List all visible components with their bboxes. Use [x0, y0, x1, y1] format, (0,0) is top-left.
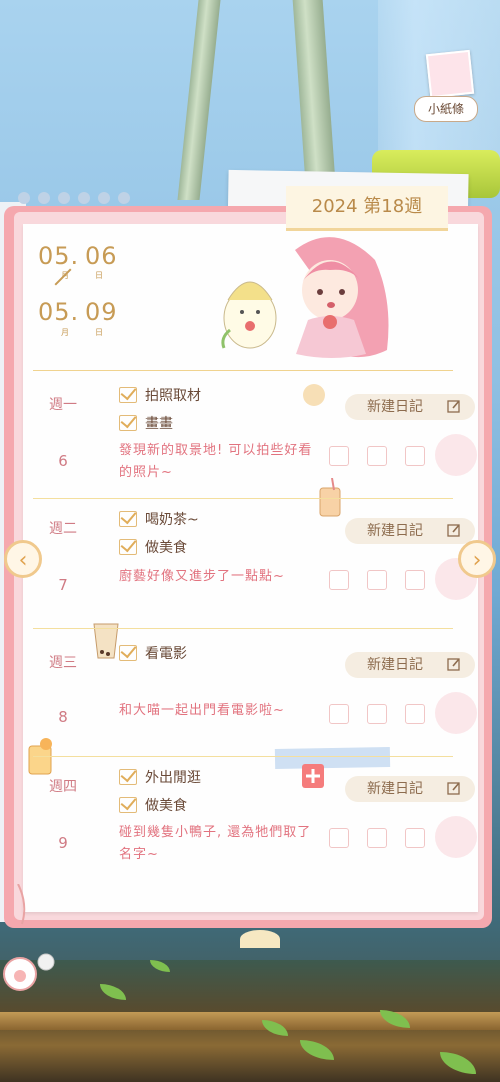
new-diary-button[interactable]: 新建日記 [345, 776, 475, 802]
stamp-slot[interactable] [367, 704, 387, 724]
pencil-edit-icon [447, 782, 460, 795]
start-date: 05. 06 [38, 242, 118, 270]
start-month: 05 [38, 242, 71, 270]
start-day: 06 [84, 242, 118, 270]
new-diary-button[interactable]: 新建日記 [345, 394, 475, 420]
row-separator [33, 628, 453, 629]
note-thumbnail-image[interactable] [425, 49, 475, 99]
start-day-unit: 日 [95, 271, 103, 280]
stamp-slot[interactable] [329, 704, 349, 724]
pencil-edit-icon [447, 658, 460, 671]
checked-checkbox[interactable] [119, 769, 137, 785]
checked-checkbox[interactable] [119, 539, 137, 555]
card-sticker [302, 764, 324, 788]
week-header: 2024 第18週 [286, 186, 448, 231]
day-name: 週三 [49, 655, 77, 671]
day-name: 週二 [49, 521, 77, 537]
end-month-unit: 月 [61, 328, 69, 337]
pencil-edit-icon [447, 400, 460, 413]
prev-week-button[interactable]: ‹ [4, 540, 42, 578]
new-diary-button[interactable]: 新建日記 [345, 652, 475, 678]
mood-stamp[interactable] [435, 692, 477, 734]
stamp-slot[interactable] [329, 828, 349, 848]
stamp-slot[interactable] [405, 570, 425, 590]
new-diary-button[interactable]: 新建日記 [345, 518, 475, 544]
day-name: 週四 [49, 779, 77, 795]
character-illustration [221, 237, 389, 358]
pencil-edit-icon [447, 524, 460, 537]
stamp-slot[interactable] [405, 704, 425, 724]
end-date: 05. 09 [38, 298, 118, 326]
mood-stamp[interactable] [435, 434, 477, 476]
date-dot: . [70, 242, 80, 270]
page-clip-decoration [240, 930, 280, 948]
stamp-slot[interactable] [367, 446, 387, 466]
hanging-charm-decoration [3, 884, 55, 991]
checked-checkbox[interactable] [119, 511, 137, 527]
mood-stamp[interactable] [435, 816, 477, 858]
checked-checkbox[interactable] [119, 415, 137, 431]
stamp-slot[interactable] [329, 570, 349, 590]
diary-text: 發現新的取景地! 可以拍些好看的照片~ [119, 443, 313, 480]
checked-checkbox[interactable] [119, 797, 137, 813]
date-dot: . [70, 298, 80, 326]
stamp-slot[interactable] [367, 828, 387, 848]
diary-text: 碰到幾隻小鴨子, 還為牠們取了名字~ [119, 825, 312, 862]
stamp-slot[interactable] [367, 570, 387, 590]
day-number: 9 [58, 834, 68, 852]
note-tag-button[interactable]: 小紙條 [414, 96, 478, 122]
row-separator [33, 498, 453, 499]
day-name: 週一 [49, 397, 77, 413]
stamp-slot[interactable] [329, 446, 349, 466]
checked-checkbox[interactable] [119, 387, 137, 403]
desk-rail-decoration [0, 1012, 500, 1030]
next-week-button[interactable]: › [458, 540, 496, 578]
end-day-unit: 日 [95, 328, 103, 337]
row-separator [33, 756, 453, 757]
end-day: 09 [84, 298, 118, 326]
diary-text: 廚藝好像又進步了一點點~ [119, 569, 285, 584]
day-number: 6 [58, 452, 68, 470]
checked-checkbox[interactable] [119, 645, 137, 661]
day-number: 8 [58, 708, 68, 726]
end-month: 05 [38, 298, 71, 326]
stamp-slot[interactable] [405, 446, 425, 466]
gift-icon[interactable] [303, 384, 325, 406]
day-number: 7 [58, 576, 68, 594]
stamp-slot[interactable] [405, 828, 425, 848]
diary-text: 和大喵一起出門看電影啦~ [119, 703, 285, 718]
washi-tape-decoration [274, 746, 391, 770]
